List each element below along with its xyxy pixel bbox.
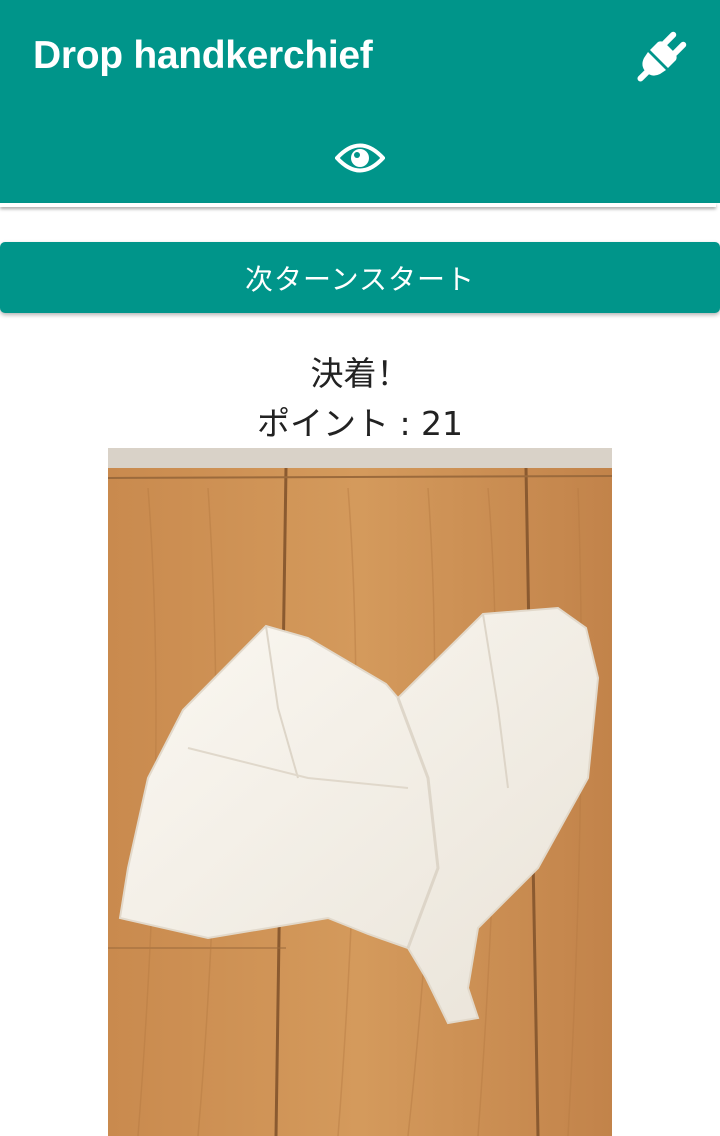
tab-view[interactable] — [310, 128, 410, 188]
photo-image — [108, 448, 612, 1136]
app-title: Drop handkerchief — [33, 34, 373, 77]
tab-indicator — [0, 203, 716, 207]
app-bar: Drop handkerchief — [0, 0, 720, 203]
result-status: 決着！ — [310, 354, 410, 393]
connect-button[interactable] — [630, 22, 696, 88]
plug-icon — [637, 31, 687, 82]
eye-icon — [335, 143, 385, 173]
points-display: ポイント : 21 — [256, 404, 464, 443]
handkerchief-photo — [108, 448, 612, 1136]
next-turn-button[interactable]: 次ターンスタート — [0, 242, 720, 313]
